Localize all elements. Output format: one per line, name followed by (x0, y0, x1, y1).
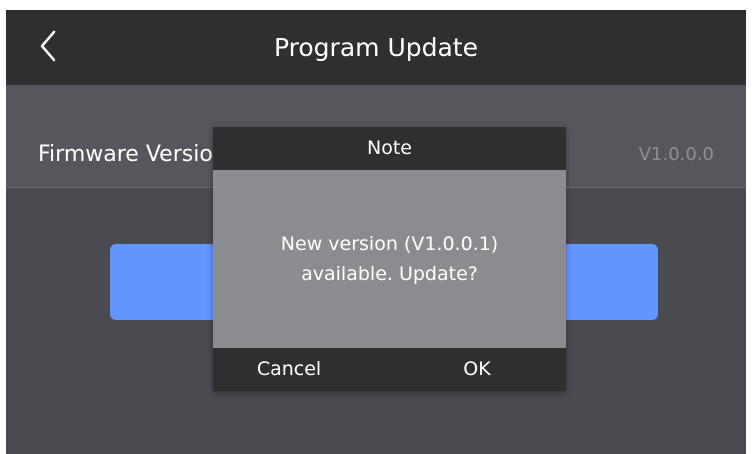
back-button[interactable] (28, 26, 68, 70)
page-title: Program Update (274, 33, 478, 62)
ok-button[interactable]: OK (445, 348, 509, 391)
firmware-version-value: V1.0.0.0 (638, 144, 714, 165)
dialog-message: New version (V1.0.0.1) available. Update… (280, 233, 499, 285)
update-dialog: Note New version (V1.0.0.1) available. U… (213, 127, 566, 391)
chevron-left-icon (39, 30, 57, 66)
top-bar: Program Update (6, 10, 746, 85)
device-screen: Program Update Firmware Version V1.0.0.0… (6, 10, 746, 454)
dialog-title: Note (213, 127, 566, 170)
firmware-version-label: Firmware Version (38, 142, 227, 167)
cancel-button[interactable]: Cancel (249, 348, 329, 391)
dialog-footer: Cancel OK (213, 348, 566, 391)
